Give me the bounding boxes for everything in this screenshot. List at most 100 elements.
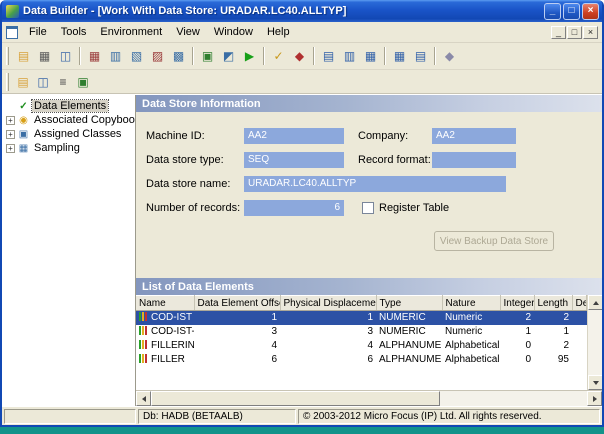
- run-icon: ▶: [245, 50, 254, 62]
- routines-icon[interactable]: ▩: [168, 46, 189, 67]
- scroll-up-button[interactable]: [588, 295, 602, 310]
- view-backup-data-store-button[interactable]: View Backup Data Store: [434, 231, 554, 251]
- menu-items: FileToolsEnvironmentViewWindowHelp: [22, 24, 551, 40]
- main-toolbar-icons: ▤▦◫▦▥▧▨▩▣◩▶✓◆▤▥▦▦▤◆: [13, 46, 460, 67]
- new-folder-icon[interactable]: ▤: [13, 72, 33, 91]
- column-nature[interactable]: Nature: [442, 296, 500, 311]
- company-field[interactable]: AA2: [432, 128, 516, 144]
- statusbar: Db: HADB (BETAALB) © 2003-2012 Micro Foc…: [2, 406, 602, 425]
- copy-pages-icon[interactable]: ◫: [33, 72, 53, 91]
- column-type[interactable]: Type: [376, 296, 442, 311]
- scroll-left-button[interactable]: [136, 391, 151, 406]
- titlebar[interactable]: Data Builder - [Work With Data Store: UR…: [2, 0, 602, 22]
- maximize-button[interactable]: □: [563, 3, 580, 20]
- data-store-type-field[interactable]: SEQ: [244, 152, 344, 168]
- diamond-icon[interactable]: ◆: [439, 46, 460, 67]
- toolbar-separator: [313, 47, 315, 65]
- horizontal-scrollbar[interactable]: [136, 391, 602, 406]
- flag-icon: ◆: [295, 50, 304, 62]
- list-icon[interactable]: ≡: [53, 72, 73, 91]
- expand-plus-icon[interactable]: +: [6, 130, 15, 139]
- cell-type: NUMERIC: [376, 325, 442, 339]
- record-format-field[interactable]: [432, 152, 516, 168]
- cell-dec: [572, 353, 587, 367]
- mdi-restore-button[interactable]: □: [567, 26, 582, 39]
- copybook-icon[interactable]: ▥: [105, 46, 126, 67]
- menu-file[interactable]: File: [22, 24, 54, 40]
- mdi-document-icon[interactable]: [6, 26, 18, 39]
- vertical-scrollbar[interactable]: [587, 295, 602, 390]
- tree-item-associated-copybook[interactable]: + ◉ Associated Copybook: [4, 113, 135, 127]
- column-length[interactable]: Length: [534, 296, 572, 311]
- column-integer[interactable]: Integer: [500, 296, 534, 311]
- machine-id-field[interactable]: AA2: [244, 128, 344, 144]
- grid-small-icon[interactable]: ▤: [410, 46, 431, 67]
- menu-environment[interactable]: Environment: [93, 24, 169, 40]
- column-label: Integer: [504, 298, 535, 309]
- close-button[interactable]: ×: [582, 3, 599, 20]
- data-store-information-header: Data Store Information: [136, 95, 602, 112]
- table-view-icon: ▤: [323, 50, 334, 62]
- run-icon[interactable]: ▶: [239, 46, 260, 67]
- tree-item-sampling[interactable]: + ▦ Sampling: [4, 141, 135, 155]
- mdi-minimize-button[interactable]: _: [551, 26, 566, 39]
- toolbar-grip[interactable]: [6, 73, 9, 91]
- report-icon[interactable]: ▣: [73, 72, 93, 91]
- number-of-records-field[interactable]: 6: [244, 200, 344, 216]
- column-dec[interactable]: Dec: [572, 296, 587, 311]
- scrollbar-track[interactable]: [588, 310, 602, 375]
- arrow-right-icon: [593, 396, 597, 402]
- scroll-right-button[interactable]: [587, 391, 602, 406]
- table-view-icon[interactable]: ▤: [318, 46, 339, 67]
- menu-view[interactable]: View: [169, 24, 207, 40]
- flag-icon[interactable]: ◆: [289, 46, 310, 67]
- grid-large-icon[interactable]: ▦: [389, 46, 410, 67]
- minimize-button[interactable]: _: [544, 3, 561, 20]
- load-data-icon[interactable]: ◩: [218, 46, 239, 67]
- expand-plus-icon[interactable]: +: [6, 144, 15, 153]
- menu-help[interactable]: Help: [260, 24, 297, 40]
- toolbar-grip[interactable]: [6, 47, 9, 65]
- audit-check-icon[interactable]: ✓: [268, 46, 289, 67]
- table-split-icon[interactable]: ▥: [339, 46, 360, 67]
- copy-window-icon[interactable]: ◫: [55, 46, 76, 67]
- open-icon: ▤: [18, 50, 29, 62]
- column-physical-displacement[interactable]: Physical Displacement: [280, 296, 376, 311]
- table-row-cod-ist[interactable]: COD-IST 1 1 NUMERIC Numeric 2 2: [136, 311, 587, 325]
- classes-icon[interactable]: ▧: [126, 46, 147, 67]
- table-columns-icon[interactable]: ▦: [360, 46, 381, 67]
- register-table-checkbox[interactable]: [362, 202, 374, 214]
- column-data-element-offset[interactable]: Data Element Offset▲: [194, 296, 280, 311]
- tree-item-data-elements[interactable]: ✓ Data Elements: [4, 99, 135, 113]
- statusbar-panel-empty: [4, 409, 136, 424]
- expand-plus-icon[interactable]: +: [6, 116, 15, 125]
- table-row-fillerino[interactable]: FILLERINO 4 4 ALPHANUMERIC Alphabetical …: [136, 339, 587, 353]
- table-columns-icon: ▦: [365, 50, 376, 62]
- menu-window[interactable]: Window: [207, 24, 260, 40]
- print-icon: ▦: [39, 50, 50, 62]
- cell-dec: [572, 325, 587, 339]
- scroll-down-button[interactable]: [588, 375, 602, 390]
- list-icon: ≡: [59, 76, 66, 88]
- cell-displacement: 3: [280, 325, 376, 339]
- print-icon[interactable]: ▦: [34, 46, 55, 67]
- open-icon[interactable]: ▤: [13, 46, 34, 67]
- analysis-icon[interactable]: ▣: [197, 46, 218, 67]
- scrollbar-thumb[interactable]: [151, 391, 440, 406]
- data-store-icon[interactable]: ▦: [84, 46, 105, 67]
- data-store-name-field[interactable]: URADAR.LC40.ALLTYP: [244, 176, 506, 192]
- cell-length: 1: [534, 325, 572, 339]
- tree-item-assigned-classes[interactable]: + ▣ Assigned Classes: [4, 127, 135, 141]
- toolbar-separator: [434, 47, 436, 65]
- classes-icon: ▧: [131, 50, 142, 62]
- cell-text: COD-IST: [151, 312, 192, 323]
- cell-displacement: 1: [280, 311, 376, 325]
- column-name[interactable]: Name: [136, 296, 194, 311]
- relations-icon[interactable]: ▨: [147, 46, 168, 67]
- mdi-close-button[interactable]: ×: [583, 26, 598, 39]
- table-row-cod-ist-1[interactable]: COD-IST-1 3 3 NUMERIC Numeric 1 1: [136, 325, 587, 339]
- main-toolbar: ▤▦◫▦▥▧▨▩▣◩▶✓◆▤▥▦▦▤◆: [2, 43, 602, 70]
- scrollbar-track[interactable]: [440, 391, 587, 406]
- menu-tools[interactable]: Tools: [54, 24, 94, 40]
- table-row-filler[interactable]: FILLER 6 6 ALPHANUMERIC Alphabetical 0 9…: [136, 353, 587, 367]
